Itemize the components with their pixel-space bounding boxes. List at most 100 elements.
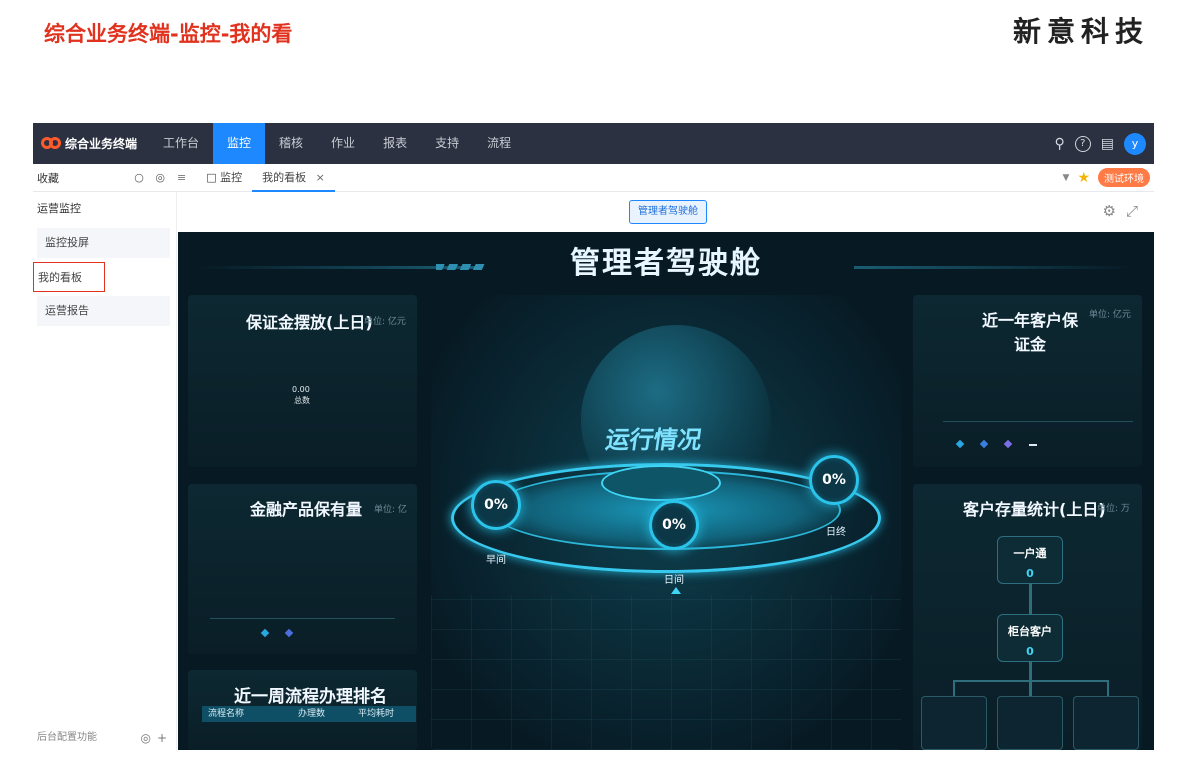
node-one-account-label: 一户通 bbox=[1013, 547, 1047, 560]
nav-process[interactable]: 流程 bbox=[473, 123, 525, 164]
monitor-tab-icon: □ bbox=[206, 170, 217, 184]
weekly-table-header: 流程名称 办理数 平均耗时 bbox=[202, 706, 416, 722]
gauge-daytime: 0% bbox=[649, 500, 699, 550]
fullscreen-icon[interactable]: ⤢ bbox=[1126, 202, 1148, 220]
legend-item bbox=[284, 628, 296, 638]
legend-item bbox=[955, 439, 967, 449]
nav-workbench[interactable]: 工作台 bbox=[149, 123, 213, 164]
brand-logo: 新意科技 bbox=[1012, 15, 1149, 48]
legend-marker bbox=[1003, 439, 1013, 449]
legend-item bbox=[979, 439, 991, 449]
pointer-triangle-icon bbox=[671, 587, 681, 594]
settings-icon[interactable]: ⚙ bbox=[1103, 202, 1126, 220]
legend-item bbox=[1003, 439, 1015, 449]
customer-deposit-axis bbox=[943, 421, 1133, 422]
legend-line-marker bbox=[1029, 444, 1037, 446]
node-connector bbox=[1029, 584, 1032, 614]
collapse-menu-icon[interactable]: ≡ bbox=[177, 171, 186, 184]
node-one-account-value: 0 bbox=[1026, 567, 1034, 580]
content-area: 管理者驾驶舱 ⚙⤢ 管理者驾驶舱 保证金摆放(上日) 单位: 亿元 0.00 总… bbox=[178, 192, 1154, 750]
col-count: 办理数 bbox=[298, 709, 326, 719]
nav-support[interactable]: 支持 bbox=[421, 123, 473, 164]
col-process-name: 流程名称 bbox=[208, 709, 245, 719]
sidebar-group-ops-monitor[interactable]: 运营监控 bbox=[33, 192, 176, 226]
backend-config-label[interactable]: 后台配置功能 bbox=[37, 726, 97, 750]
customer-stock-unit: 单位: 万 bbox=[1097, 504, 1130, 514]
legend-item bbox=[1029, 441, 1041, 449]
gauge-morning-label: 早间 bbox=[486, 555, 506, 566]
tab-bar: 收藏 ○ ◎ ≡ □ 监控 我的看板 × ▼ ★ 测试环境 bbox=[33, 164, 1154, 192]
customer-deposit-legend bbox=[955, 439, 1041, 449]
legend-item bbox=[260, 628, 272, 638]
grid-floor bbox=[431, 595, 901, 750]
avatar[interactable]: y bbox=[1124, 132, 1146, 155]
legend-marker bbox=[260, 628, 270, 638]
node-connector bbox=[1107, 680, 1109, 696]
financial-legend bbox=[260, 628, 296, 638]
nav-monitor[interactable]: 监控 bbox=[213, 123, 266, 164]
run-status-label: 运行情况 bbox=[603, 426, 704, 454]
sidebar-item-ops-report[interactable]: 运营报告 bbox=[37, 296, 170, 326]
dashboard-title: 管理者驾驶舱 bbox=[570, 246, 762, 281]
panel-run-status: 运行情况 0% 早间 0% 日间 0% 日终 bbox=[431, 295, 901, 750]
sidebar-footer-actions[interactable]: ◎+ bbox=[140, 726, 173, 750]
node-connector bbox=[953, 680, 1109, 682]
content-toolbar: 管理者驾驶舱 ⚙⤢ bbox=[178, 192, 1154, 232]
gauge-end-of-day: 0% bbox=[809, 455, 859, 505]
deposit-value: 0.00 bbox=[292, 385, 310, 394]
app-name: 综合业务终端 bbox=[65, 137, 138, 151]
search-icon[interactable]: ⚲ bbox=[1055, 136, 1065, 152]
sidebar-footer: 后台配置功能 ◎+ bbox=[37, 726, 173, 750]
node-connector bbox=[953, 680, 955, 696]
favorites-label: 收藏 bbox=[37, 171, 59, 185]
app-logo[interactable]: 综合业务终端 bbox=[33, 135, 149, 152]
sidebar: 运营监控 监控投屏 我的看板 运营报告 后台配置功能 ◎+ bbox=[33, 192, 177, 750]
panel-customer-deposit: 近一年客户保证金 单位: 亿元 bbox=[913, 295, 1142, 467]
node-counter-customer-label: 柜台客户 bbox=[1008, 625, 1052, 638]
sidebar-item-screen-cast[interactable]: 监控投屏 bbox=[37, 228, 170, 258]
customer-box-left bbox=[921, 696, 987, 750]
panel-customer-stock: 客户存量统计(上日) 单位: 万 一户通 0 柜台客户 0 bbox=[913, 484, 1142, 750]
node-counter-customer-value: 0 bbox=[1026, 645, 1034, 658]
tab-monitor-label: 监控 bbox=[220, 170, 243, 184]
financial-axis bbox=[210, 618, 395, 619]
weekly-title: 近一周流程办理排名 bbox=[234, 687, 387, 707]
legend-marker bbox=[979, 439, 989, 449]
panel-deposit: 保证金摆放(上日) 单位: 亿元 0.00 总数 bbox=[188, 295, 417, 467]
nav-operation[interactable]: 作业 bbox=[317, 123, 369, 164]
cockpit-dashboard: 管理者驾驶舱 保证金摆放(上日) 单位: 亿元 0.00 总数 金融产品保有量 … bbox=[178, 232, 1154, 750]
nav-report[interactable]: 报表 bbox=[369, 123, 421, 164]
customer-box-right bbox=[1073, 696, 1139, 750]
manager-cockpit-button[interactable]: 管理者驾驶舱 bbox=[629, 200, 707, 224]
financial-title: 金融产品保有量 bbox=[250, 500, 363, 519]
customer-deposit-title: 近一年客户保证金 bbox=[981, 311, 1078, 354]
gauge-daytime-label: 日间 bbox=[664, 575, 684, 586]
deposit-value-label: 总数 bbox=[294, 396, 310, 405]
sidebar-item-my-board[interactable]: 我的看板 bbox=[33, 262, 105, 292]
star-icon[interactable]: ★ bbox=[1077, 170, 1090, 186]
dropdown-icon[interactable]: ▼ bbox=[1063, 173, 1070, 183]
col-avg-time: 平均耗时 bbox=[358, 709, 395, 719]
help-icon[interactable]: ? bbox=[1074, 135, 1091, 152]
node-counter-customer: 柜台客户 0 bbox=[997, 614, 1063, 662]
nav-audit[interactable]: 稽核 bbox=[265, 123, 317, 164]
financial-unit: 单位: 亿 bbox=[374, 505, 407, 515]
gauge-end-of-day-label: 日终 bbox=[826, 527, 846, 538]
env-badge: 测试环境 bbox=[1098, 168, 1150, 187]
favorites-actions[interactable]: ○ ◎ bbox=[134, 171, 169, 184]
top-nav: 综合业务终端 工作台 监控 稽核 作业 报表 支持 流程 ⚲ ? ▤ y bbox=[33, 123, 1154, 164]
notification-icon[interactable]: ▤ bbox=[1101, 136, 1114, 152]
platform-ring-inner bbox=[601, 465, 721, 501]
tab-monitor[interactable]: □ 监控 bbox=[196, 164, 252, 192]
tab-my-board[interactable]: 我的看板 × bbox=[252, 164, 335, 192]
panel-weekly-ranking: 近一周流程办理排名 流程名称 办理数 平均耗时 bbox=[188, 670, 417, 750]
node-one-account: 一户通 0 bbox=[997, 536, 1063, 584]
legend-marker bbox=[284, 628, 294, 638]
close-tab-icon[interactable]: × bbox=[316, 171, 325, 184]
gauge-morning: 0% bbox=[471, 480, 521, 530]
slide-title: 综合业务终端-监控-我的看 bbox=[44, 22, 293, 46]
customer-stock-title: 客户存量统计(上日) bbox=[963, 500, 1106, 519]
node-connector bbox=[1029, 662, 1032, 696]
deposit-title: 保证金摆放(上日) bbox=[246, 313, 373, 332]
logo-icon bbox=[41, 136, 61, 151]
